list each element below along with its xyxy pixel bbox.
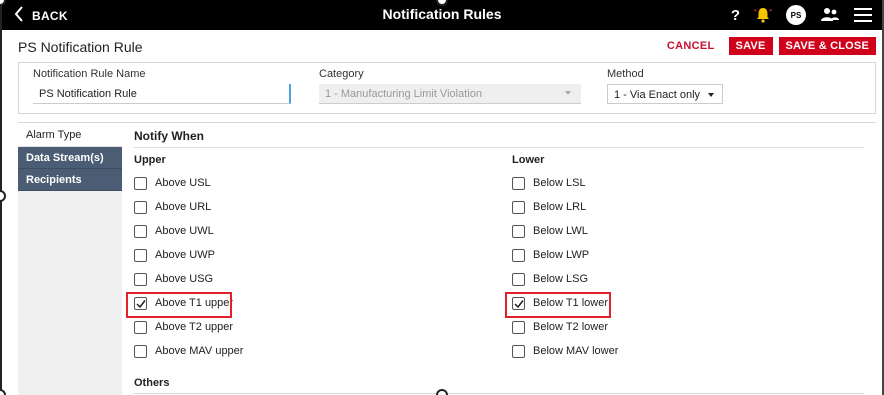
highlight-box-lower — [505, 292, 611, 318]
help-icon[interactable]: ? — [731, 7, 740, 24]
chevron-down-icon — [565, 91, 571, 95]
upper-checkbox-row[interactable]: Above UWP — [134, 246, 215, 264]
checkbox-icon[interactable] — [512, 344, 525, 358]
checkbox-icon[interactable] — [134, 248, 147, 262]
lower-heading: Lower — [512, 154, 545, 166]
checkbox-label: Above UWL — [155, 225, 214, 237]
rule-name-input[interactable]: PS Notification Rule — [33, 84, 291, 104]
checkbox-label: Below LSL — [533, 177, 586, 189]
checkbox-label: Above MAV upper — [155, 345, 244, 357]
upper-checkbox-row[interactable]: Above MAV upper — [134, 342, 243, 360]
checkbox-label: Below T2 lower — [533, 321, 608, 333]
checkbox-icon[interactable] — [512, 320, 525, 334]
checkbox-label: Below LSG — [533, 273, 589, 285]
lower-checkbox-row[interactable]: Below LRL — [512, 198, 586, 216]
category-value: 1 - Manufacturing Limit Violation — [325, 88, 482, 100]
checkbox-label: Above URL — [155, 201, 212, 213]
sidebar: Alarm Type Data Stream(s) Recipients — [18, 123, 122, 395]
sidebar-item-data-streams[interactable]: Data Stream(s) — [18, 147, 122, 169]
checkbox-icon[interactable] — [134, 176, 147, 190]
sidebar-item-alarm-type[interactable]: Alarm Type — [18, 123, 122, 147]
lower-checkbox-row[interactable]: Below MAV lower — [512, 342, 618, 360]
checkbox-label: Below MAV lower — [533, 345, 619, 357]
lower-checkbox-row[interactable]: Below LWP — [512, 246, 589, 264]
checkbox-label: Below LWL — [533, 225, 588, 237]
sidebar-item-recipients[interactable]: Recipients — [18, 169, 122, 191]
divider — [134, 147, 864, 148]
save-button[interactable]: SAVE — [728, 37, 773, 55]
checkbox-icon[interactable] — [512, 176, 525, 190]
checkbox-icon[interactable] — [512, 248, 525, 262]
resize-handle[interactable] — [0, 389, 6, 395]
checkbox-icon[interactable] — [512, 200, 525, 214]
chevron-down-icon — [708, 93, 714, 97]
divider — [134, 393, 864, 394]
others-heading: Others — [134, 377, 170, 389]
checkbox-icon[interactable] — [512, 272, 525, 286]
checkbox-label: Above USL — [155, 177, 211, 189]
people-icon[interactable] — [820, 7, 840, 23]
checkbox-label: Above T2 upper — [155, 321, 234, 333]
hamburger-menu-icon[interactable] — [854, 8, 872, 22]
checkbox-icon[interactable] — [134, 272, 147, 286]
checkbox-icon[interactable] — [134, 200, 147, 214]
user-avatar[interactable]: PS — [786, 5, 806, 25]
upper-checkbox-row[interactable]: Above URL — [134, 198, 211, 216]
upper-checkbox-row[interactable]: Above USG — [134, 270, 213, 288]
method-label: Method — [607, 68, 644, 80]
alarm-type-panel: Alarm Type Data Stream(s) Recipients Not… — [18, 122, 876, 395]
save-and-close-button[interactable]: SAVE & CLOSE — [778, 37, 876, 55]
upper-checkbox-row[interactable]: Above T2 upper — [134, 318, 233, 336]
checkbox-icon[interactable] — [134, 344, 147, 358]
upper-heading: Upper — [134, 154, 166, 166]
checkbox-label: Below LRL — [533, 201, 587, 213]
upper-checkbox-row[interactable]: Above USL — [134, 174, 211, 192]
upper-checkbox-row[interactable]: Above UWL — [134, 222, 214, 240]
category-select: 1 - Manufacturing Limit Violation — [319, 84, 581, 104]
lower-checkbox-row[interactable]: Below T2 lower — [512, 318, 608, 336]
highlight-box-upper — [126, 292, 232, 318]
checkbox-icon[interactable] — [512, 224, 525, 238]
method-value: 1 - Via Enact only — [614, 89, 701, 101]
checkbox-label: Above USG — [155, 273, 214, 285]
checkbox-label: Below LWP — [533, 249, 590, 261]
lower-checkbox-row[interactable]: Below LSG — [512, 270, 588, 288]
lower-checkbox-row[interactable]: Below LWL — [512, 222, 588, 240]
name-label: Notification Rule Name — [33, 68, 146, 80]
notify-when-heading: Notify When — [134, 129, 204, 143]
checkbox-label: Above UWP — [155, 249, 215, 261]
resize-handle[interactable] — [436, 389, 448, 395]
checkbox-icon[interactable] — [134, 224, 147, 238]
page-title: PS Notification Rule — [18, 39, 143, 55]
category-label: Category — [319, 68, 364, 80]
alarm-bell-icon[interactable] — [754, 6, 772, 24]
method-select[interactable]: 1 - Via Enact only — [607, 84, 723, 104]
rule-form: Notification Rule Name PS Notification R… — [18, 62, 876, 114]
lower-checkbox-row[interactable]: Below LSL — [512, 174, 586, 192]
resize-handle[interactable] — [0, 190, 6, 202]
checkbox-icon[interactable] — [134, 320, 147, 334]
cancel-button[interactable]: CANCEL — [659, 37, 723, 55]
